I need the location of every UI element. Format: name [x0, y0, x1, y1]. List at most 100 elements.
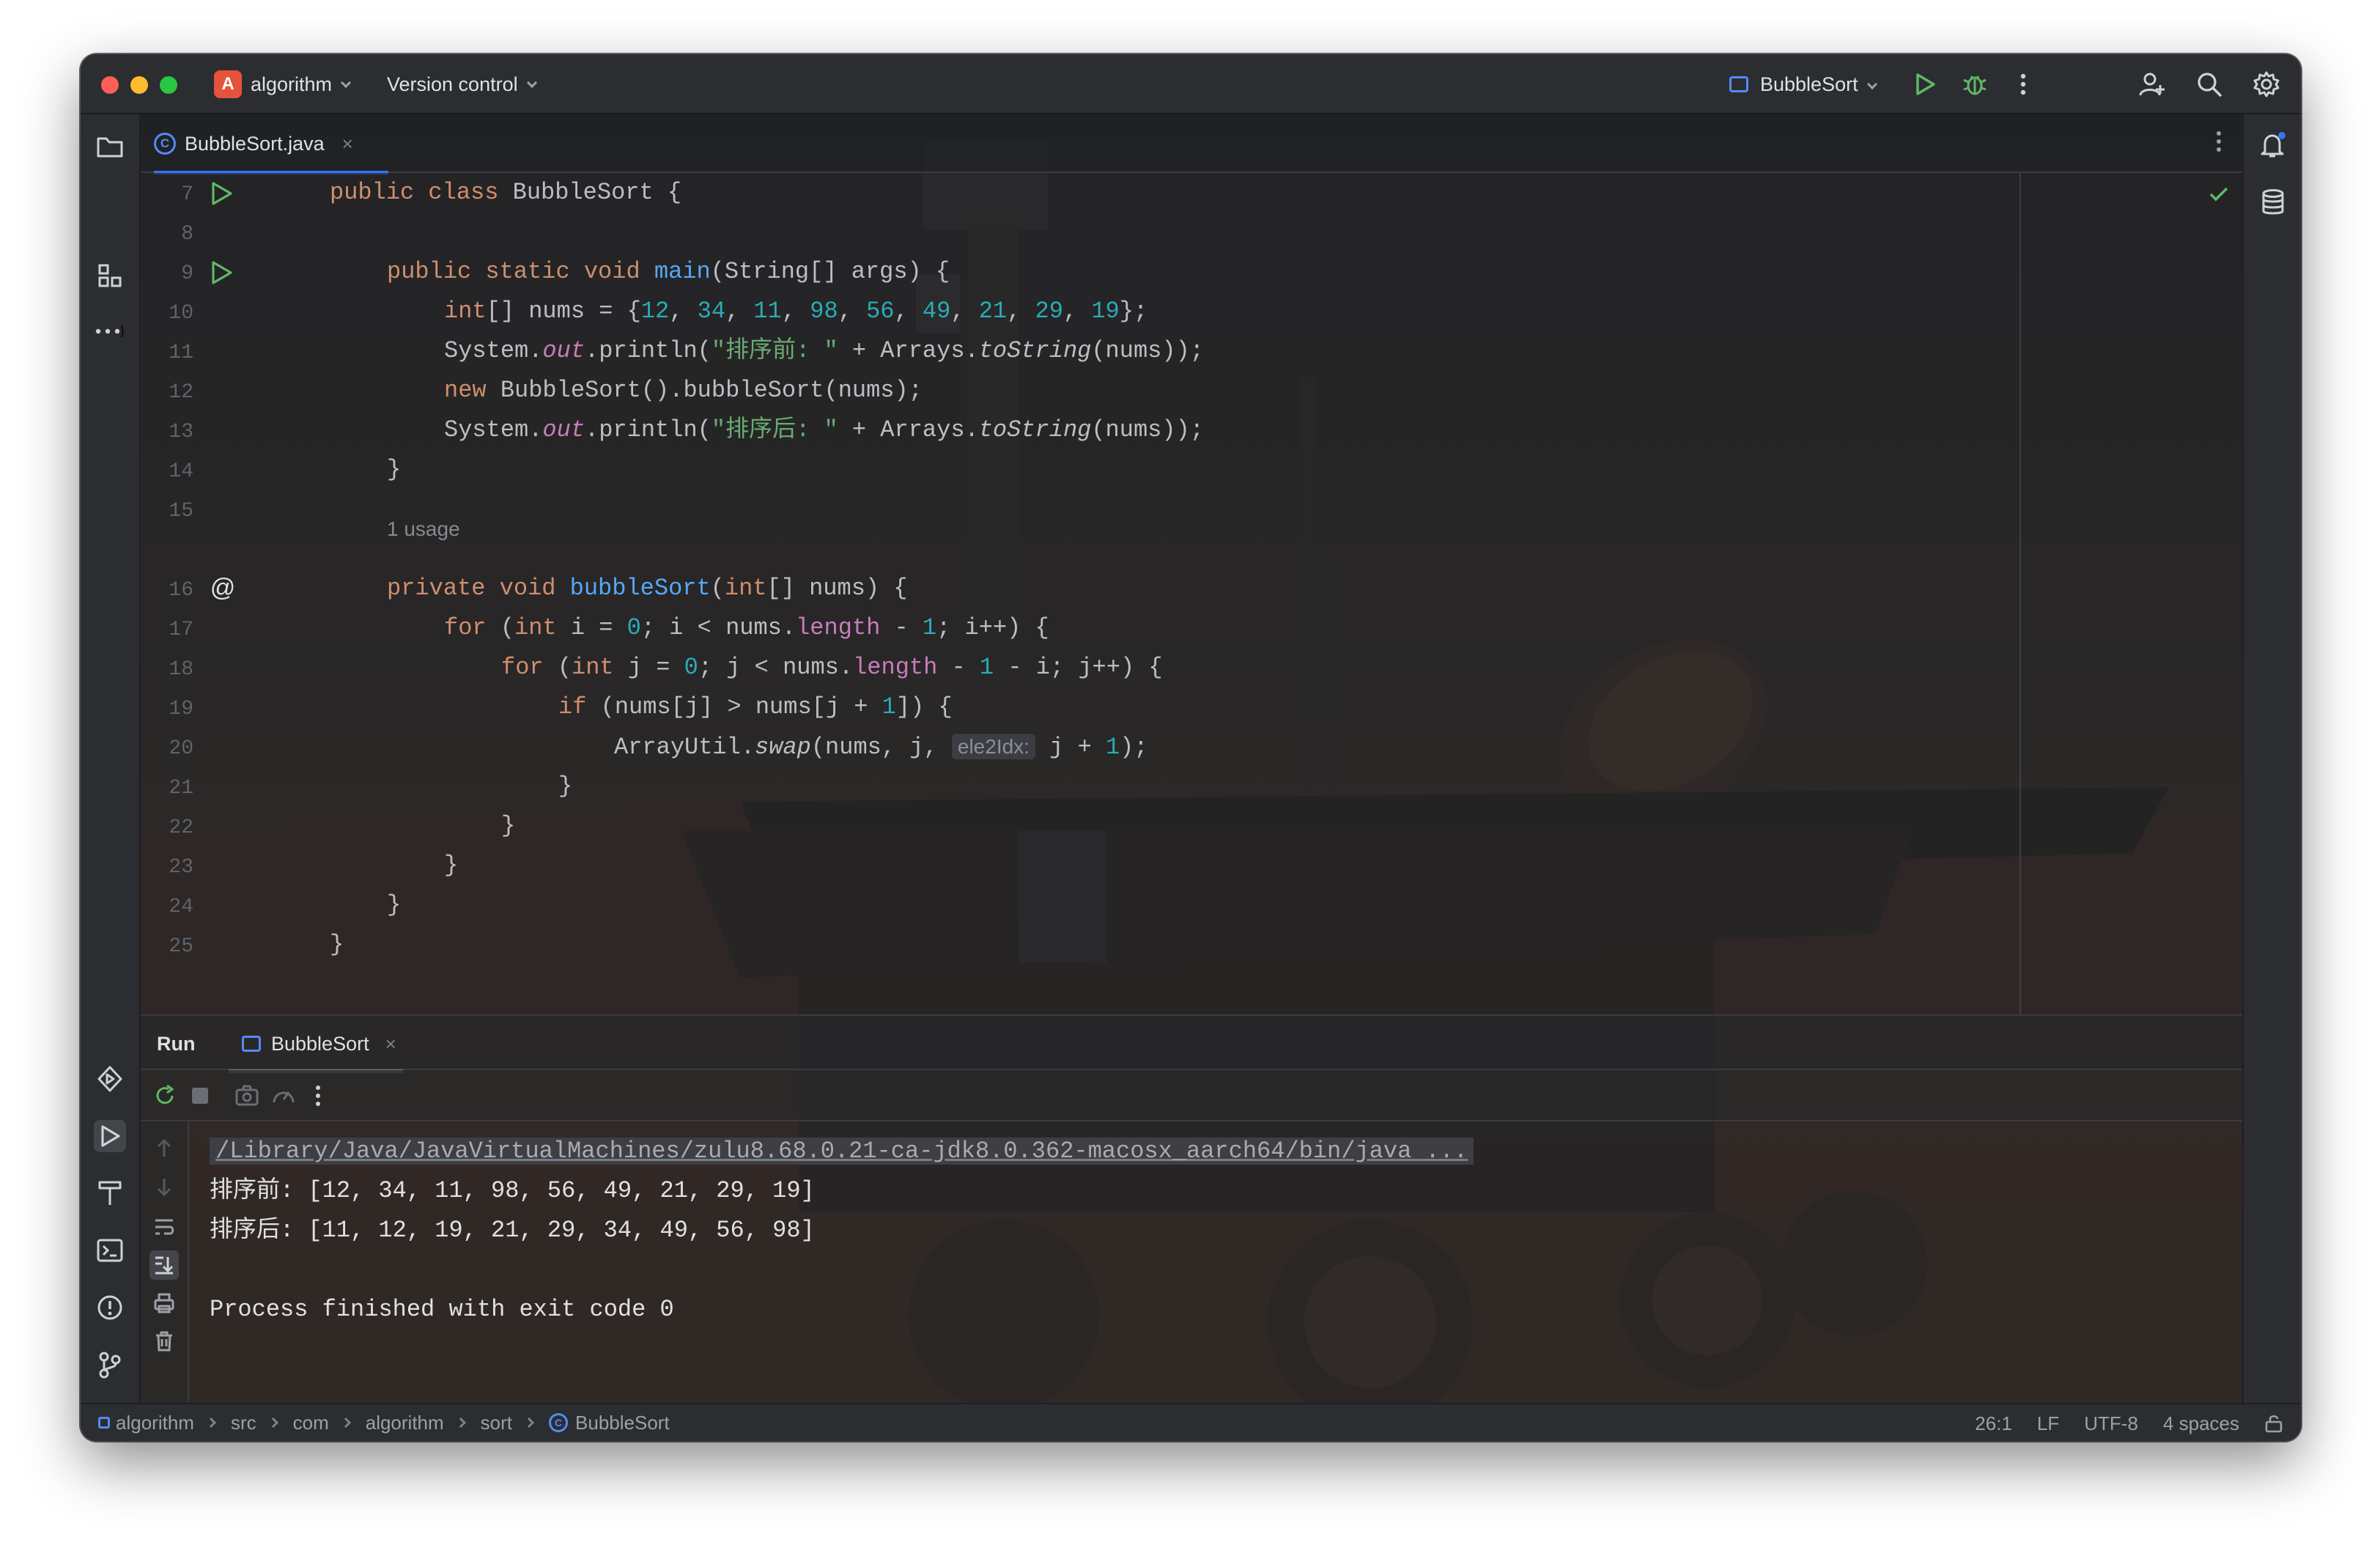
close-window-button[interactable] — [101, 76, 119, 94]
camera-icon — [235, 1085, 259, 1106]
structure-icon — [98, 264, 122, 287]
line-number: 24 — [169, 896, 193, 918]
inspection-status[interactable] — [2209, 186, 2229, 206]
run-tab-close-button[interactable]: × — [385, 1033, 396, 1055]
tab-close-button[interactable]: × — [342, 133, 353, 155]
build-tool-button[interactable] — [94, 1177, 126, 1209]
scroll-down-button[interactable] — [149, 1173, 179, 1202]
code-line-7: public class BubbleSort { — [330, 179, 682, 206]
chevron-right-icon — [455, 1417, 466, 1429]
line-number: 21 — [169, 777, 193, 800]
code-with-me-button[interactable] — [2137, 69, 2168, 100]
profiler-button[interactable] — [271, 1083, 296, 1112]
print-icon — [154, 1293, 174, 1313]
implementation-marker-icon[interactable]: @ — [208, 573, 237, 602]
console-line-command[interactable]: /Library/Java/JavaVirtualMachines/zulu8.… — [210, 1132, 1474, 1171]
lock-icon[interactable] — [2264, 1414, 2283, 1433]
services-tool-button[interactable] — [94, 1063, 126, 1095]
more-vertical-icon — [316, 1086, 320, 1106]
run-tab-bubblesort[interactable]: BubbleSort × — [229, 1016, 404, 1073]
tab-label: BubbleSort.java — [185, 132, 325, 155]
problems-tool-button[interactable] — [94, 1291, 126, 1324]
scroll-up-button[interactable] — [149, 1133, 179, 1162]
zoom-window-button[interactable] — [160, 76, 177, 94]
code-line-12: new BubbleSort().bubbleSort(nums); — [444, 377, 923, 404]
terminal-icon — [97, 1239, 123, 1262]
chevron-down-icon — [340, 77, 352, 89]
scroll-to-end-button[interactable] — [149, 1250, 179, 1280]
terminal-tool-button[interactable] — [94, 1234, 126, 1267]
structure-tool-button[interactable] — [94, 259, 126, 292]
line-number: 20 — [169, 737, 193, 760]
code-line-18: for (int j = 0; j < nums.length - 1 - i;… — [501, 654, 1163, 681]
module-icon — [98, 1417, 110, 1429]
run-console[interactable]: /Library/Java/JavaVirtualMachines/zulu8.… — [189, 1121, 2242, 1403]
more-actions-button[interactable] — [2008, 69, 2039, 100]
debug-button[interactable] — [1959, 69, 1990, 100]
git-tool-button[interactable] — [94, 1349, 126, 1381]
project-badge[interactable]: A — [214, 70, 242, 98]
notifications-button[interactable] — [2257, 129, 2289, 161]
tab-bubblesort-java[interactable]: C BubbleSort.java × — [154, 114, 388, 174]
line-separator[interactable]: LF — [2037, 1412, 2059, 1435]
line-number: 23 — [169, 856, 193, 879]
breadcrumb-item[interactable]: com — [293, 1412, 329, 1434]
run-tool-button[interactable] — [94, 1120, 126, 1152]
run-panel-header: Run BubbleSort × — [141, 1014, 2242, 1073]
code-line-22: } — [501, 812, 516, 839]
editor-tabs-menu-button[interactable] — [2216, 130, 2222, 156]
rerun-button[interactable] — [152, 1083, 177, 1112]
stop-button[interactable] — [192, 1088, 208, 1104]
file-encoding[interactable]: UTF-8 — [2084, 1412, 2138, 1435]
soft-wrap-button[interactable] — [149, 1212, 179, 1242]
project-selector[interactable]: algorithm — [251, 54, 352, 114]
chevron-right-icon — [267, 1417, 278, 1429]
settings-button[interactable] — [2251, 69, 2282, 100]
version-control-label: Version control — [387, 73, 518, 95]
run-config-selector[interactable]: BubbleSort — [1729, 54, 1877, 114]
clear-console-button[interactable] — [149, 1327, 179, 1356]
search-button[interactable] — [2194, 69, 2225, 100]
screenshot-button[interactable] — [234, 1083, 259, 1112]
more-vertical-icon — [2217, 131, 2221, 152]
git-icon — [99, 1352, 121, 1379]
database-button[interactable] — [2257, 186, 2289, 218]
run-more-button[interactable] — [315, 1085, 321, 1110]
line-number: 15 — [169, 500, 193, 523]
run-main-gutter-icon[interactable] — [208, 259, 234, 286]
code-line-21: } — [558, 773, 573, 800]
code-line-20: ArrayUtil.swap(nums, j, ele2Idx: j + 1); — [614, 734, 1148, 761]
console-line-after: 排序后: [11, 12, 19, 21, 29, 34, 49, 56, 98… — [210, 1217, 815, 1244]
breadcrumb-item[interactable]: BubbleSort — [575, 1412, 670, 1434]
breadcrumb-item[interactable]: src — [231, 1412, 256, 1434]
line-number: 7 — [181, 183, 193, 206]
run-button[interactable] — [1910, 69, 1940, 100]
folder-icon — [97, 137, 123, 158]
breadcrumb-item[interactable]: algorithm — [116, 1412, 194, 1434]
usage-hint[interactable]: 1 usage — [387, 517, 460, 541]
indent-setting[interactable]: 4 spaces — [2163, 1412, 2239, 1435]
minimize-window-button[interactable] — [130, 76, 148, 94]
more-tools-button[interactable]: } — [94, 315, 126, 347]
arrow-down-icon — [157, 1179, 171, 1197]
line-number: 12 — [169, 381, 193, 404]
chevron-right-icon — [340, 1417, 351, 1429]
services-icon — [97, 1066, 122, 1092]
chevron-down-icon — [1866, 78, 1877, 90]
run-tab-label: BubbleSort — [271, 1032, 369, 1055]
project-tool-button[interactable] — [94, 130, 126, 163]
version-control-menu[interactable]: Version control — [387, 54, 537, 114]
line-number: 14 — [169, 460, 193, 483]
print-button[interactable] — [149, 1289, 179, 1318]
run-config-label: BubbleSort — [1760, 73, 1858, 95]
breadcrumb-item[interactable]: sort — [481, 1412, 512, 1434]
code-editor[interactable]: 7 8 9 10 11 12 13 14 15 16 17 18 19 20 2… — [141, 173, 2242, 1014]
code-line-10: int[] nums = {12, 34, 11, 98, 56, 49, 21… — [444, 298, 1148, 325]
line-number: 11 — [169, 342, 193, 364]
code-line-16: private void bubbleSort(int[] nums) { — [387, 575, 908, 602]
line-number: 25 — [169, 935, 193, 958]
breadcrumb-item[interactable]: algorithm — [366, 1412, 444, 1434]
run-class-gutter-icon[interactable] — [208, 180, 234, 207]
caret-position[interactable]: 26:1 — [1975, 1412, 2012, 1435]
left-tool-strip: } — [81, 114, 141, 1403]
